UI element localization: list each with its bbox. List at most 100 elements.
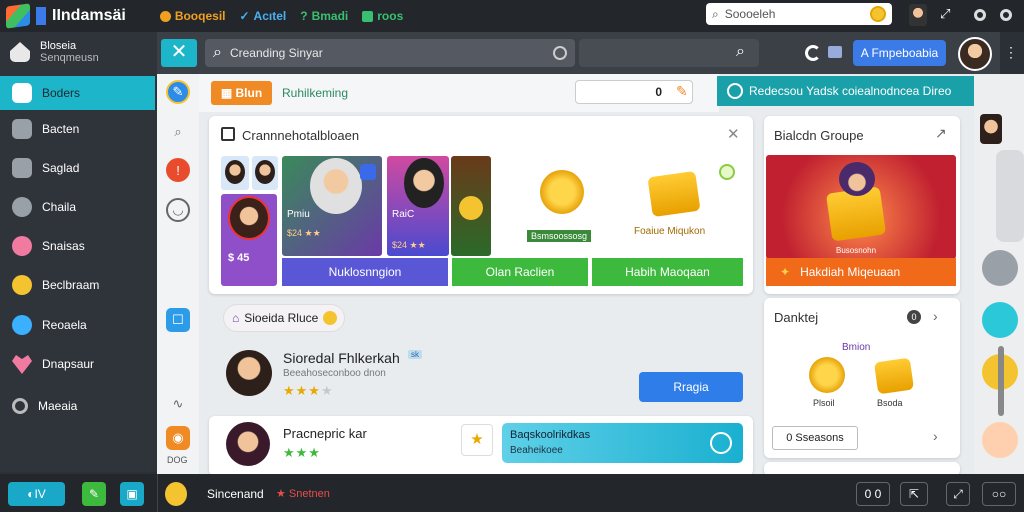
- reward-label-1: Bsmsoossosg: [527, 230, 592, 242]
- profile-name: Sioredal Fhlkerkah: [283, 350, 400, 366]
- sidebar-item-8[interactable]: Maeaia: [0, 389, 157, 423]
- compass-icon[interactable]: ✎: [166, 80, 190, 104]
- bottom-left-button[interactable]: ◐ IV: [8, 482, 65, 506]
- top-tag-4[interactable]: roos: [362, 9, 403, 23]
- smile-icon: [323, 311, 338, 325]
- record-icon[interactable]: [974, 9, 986, 21]
- profile-rating: ★★★★: [283, 383, 334, 398]
- filter-pill[interactable]: ▦ Blun: [211, 81, 272, 105]
- rail-gift-icon[interactable]: [982, 422, 1018, 458]
- rail-pin-icon[interactable]: [982, 302, 1018, 338]
- square-icon: [362, 10, 374, 22]
- main-card-title: Crannnehotalbloaen: [242, 128, 360, 143]
- game-icon[interactable]: ◉: [166, 426, 190, 450]
- promo-card[interactable]: Baqskoolrikdkas Beaheikoee: [502, 423, 743, 463]
- expand-icon[interactable]: ↗: [935, 125, 947, 142]
- sidebar-item-1[interactable]: Bacten: [0, 112, 157, 146]
- profile-caption-1: Pmiu: [287, 209, 310, 220]
- chat-icon[interactable]: ☐: [166, 308, 190, 332]
- bottom-pen-button[interactable]: ✎: [82, 482, 106, 506]
- bottom-avatar[interactable]: [226, 422, 270, 466]
- top-tag-3[interactable]: ? Bmadi: [300, 9, 348, 23]
- folder-icon: [12, 119, 32, 139]
- sidebar-item-5[interactable]: Beclbraam: [0, 268, 157, 302]
- settings-icon[interactable]: [1000, 9, 1012, 21]
- action-bar-3[interactable]: Habih Maoqaan: [592, 258, 743, 286]
- home-icon: ⌂: [232, 311, 240, 325]
- top-search-value: Soooeleh: [724, 7, 776, 21]
- right-card-1-bar[interactable]: ✦ Hakdiah Miqeuaan: [766, 258, 956, 286]
- mode-icon[interactable]: [828, 46, 842, 58]
- main-search-input[interactable]: ⌕ Creanding Sinyar: [205, 39, 575, 67]
- profile-thumb-icon[interactable]: [909, 4, 927, 26]
- profile-caption-2: RaiC: [392, 209, 415, 220]
- sidebar-item-6[interactable]: Reoaela: [0, 308, 157, 342]
- top-search-field[interactable]: ⌕ Soooeleh: [706, 3, 892, 25]
- sidebar-item-4[interactable]: Snaisas: [0, 229, 157, 263]
- reward-label-2: Foaiue Miqukon: [634, 226, 706, 237]
- loading-icon[interactable]: [805, 45, 821, 61]
- tile-price: $ 45: [228, 252, 250, 264]
- bottom-label: Sincenand: [207, 487, 264, 501]
- right-card-2-title: Danktej: [774, 310, 819, 325]
- app-title: IIndamsäi: [52, 7, 126, 24]
- action-bar-2[interactable]: Olan Raclien: [452, 258, 588, 286]
- bottom-save-button[interactable]: ▣: [120, 482, 144, 506]
- right-card-1-title: Bialcdn Groupe: [774, 128, 864, 143]
- rail-scrollbar[interactable]: [998, 346, 1004, 416]
- star-button-icon[interactable]: ★: [461, 424, 493, 456]
- avatar-face: [255, 160, 275, 184]
- chevron-right-icon[interactable]: ›: [933, 428, 938, 444]
- home-icon: [10, 42, 30, 62]
- action-bar-1[interactable]: Nuklosnngion: [282, 258, 448, 286]
- close-button[interactable]: ✕: [161, 39, 197, 67]
- bottom-chip[interactable]: 0 0: [856, 482, 890, 506]
- search-icon[interactable]: ⌕: [166, 120, 190, 144]
- brand[interactable]: IIndamsäi: [6, 3, 126, 29]
- coin-icon: [870, 6, 886, 22]
- heart-icon: [12, 355, 32, 374]
- brand-mark-icon: [36, 7, 46, 25]
- alert-icon[interactable]: !: [166, 158, 190, 182]
- edit-icon[interactable]: ✎: [676, 83, 688, 100]
- promo-title: Baqskoolrikdkas: [510, 429, 591, 441]
- close-icon[interactable]: ✕: [727, 125, 740, 143]
- chat-icon: [12, 83, 32, 103]
- profile-sub-2: $24 ★★: [392, 240, 426, 250]
- profile-sub-1: $24 ★★: [287, 228, 321, 238]
- chevron-right-icon[interactable]: ›: [933, 308, 938, 324]
- user-avatar[interactable]: [958, 37, 992, 71]
- search-icon: ⌕: [213, 44, 222, 61]
- sidebar-item-7[interactable]: Dnapsaur: [0, 347, 157, 381]
- tag-chip[interactable]: ⌂ Sioeida Rluce: [223, 304, 345, 332]
- sidebar-item-2[interactable]: Saglad: [0, 151, 157, 185]
- secondary-search-field[interactable]: [579, 39, 759, 67]
- coin-box-icon: [873, 357, 915, 395]
- profile-avatar[interactable]: [226, 350, 272, 396]
- info-banner[interactable]: Redecsou Yadsk coiealnodncea Direo: [717, 76, 1000, 106]
- sidebar-item-0[interactable]: Boders: [0, 76, 155, 110]
- rail-chat-icon[interactable]: [982, 250, 1018, 286]
- bottom-label-red: ★ Snetnen: [276, 488, 330, 500]
- search-icon[interactable]: ⌕: [736, 43, 745, 61]
- rail-avatar[interactable]: [980, 114, 1002, 144]
- sidebar-item-3[interactable]: Chaila: [0, 190, 157, 224]
- link-icon[interactable]: ∿: [166, 392, 190, 416]
- avatar-face: [225, 160, 245, 184]
- bottom-more-button[interactable]: ○○: [982, 482, 1016, 506]
- coin-icon-left: [809, 357, 845, 393]
- coin-label-2: Bsoda: [877, 398, 903, 408]
- primary-action-button[interactable]: A Fmpeboabia: [853, 40, 946, 66]
- profile-action-button[interactable]: Rragia: [639, 372, 743, 402]
- coin-icon: [159, 10, 171, 22]
- expand-icon[interactable]: ⤢: [940, 6, 950, 22]
- refresh-icon[interactable]: [719, 164, 735, 180]
- menu-icon[interactable]: ⋮: [1004, 44, 1018, 61]
- top-tag-2[interactable]: ✓ Acıtel: [239, 9, 286, 23]
- bottom-send-button[interactable]: ⇱: [900, 482, 928, 506]
- seasons-field[interactable]: 0 Sseasons: [772, 426, 858, 450]
- clock-icon[interactable]: ◡: [166, 198, 190, 222]
- bottom-expand-button[interactable]: ⤢: [946, 482, 970, 506]
- top-tag-1[interactable]: Booqesil: [159, 9, 225, 23]
- gold-coin-icon: [540, 170, 584, 214]
